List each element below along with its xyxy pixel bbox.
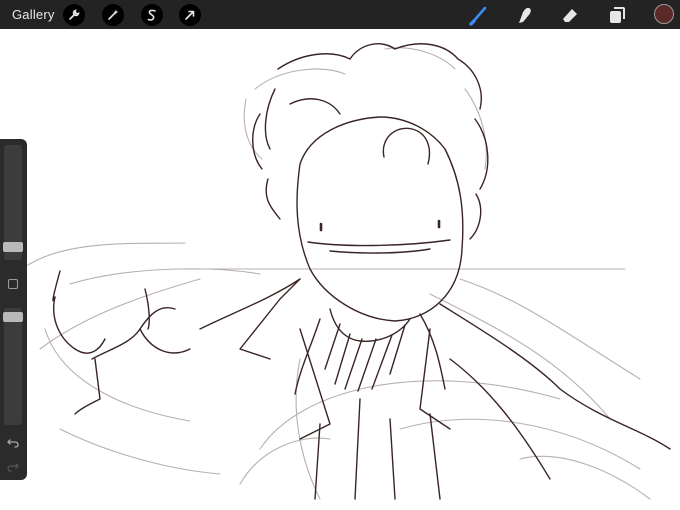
ink-lines — [52, 43, 671, 500]
arrow-cursor-icon[interactable] — [179, 4, 201, 26]
selection-s-icon[interactable] — [141, 4, 163, 26]
redo-icon[interactable] — [6, 459, 20, 473]
undo-icon[interactable] — [6, 435, 20, 449]
brush-size-handle[interactable] — [3, 242, 23, 252]
top-toolbar: Gallery — [0, 0, 680, 29]
layers-icon[interactable] — [605, 3, 629, 27]
gallery-button[interactable]: Gallery — [12, 7, 55, 22]
side-toolbar — [0, 139, 27, 480]
wrench-icon[interactable] — [63, 4, 85, 26]
modifier-button[interactable] — [8, 279, 18, 289]
opacity-slider[interactable] — [4, 308, 22, 425]
smudge-finger-icon[interactable] — [512, 3, 536, 27]
brush-icon[interactable] — [467, 3, 491, 27]
sketch-lines — [27, 47, 651, 500]
magic-wand-icon[interactable] — [102, 4, 124, 26]
opacity-handle[interactable] — [3, 312, 23, 322]
eraser-icon[interactable] — [558, 3, 582, 27]
color-swatch[interactable] — [654, 4, 674, 24]
drawing-canvas[interactable] — [0, 29, 680, 510]
